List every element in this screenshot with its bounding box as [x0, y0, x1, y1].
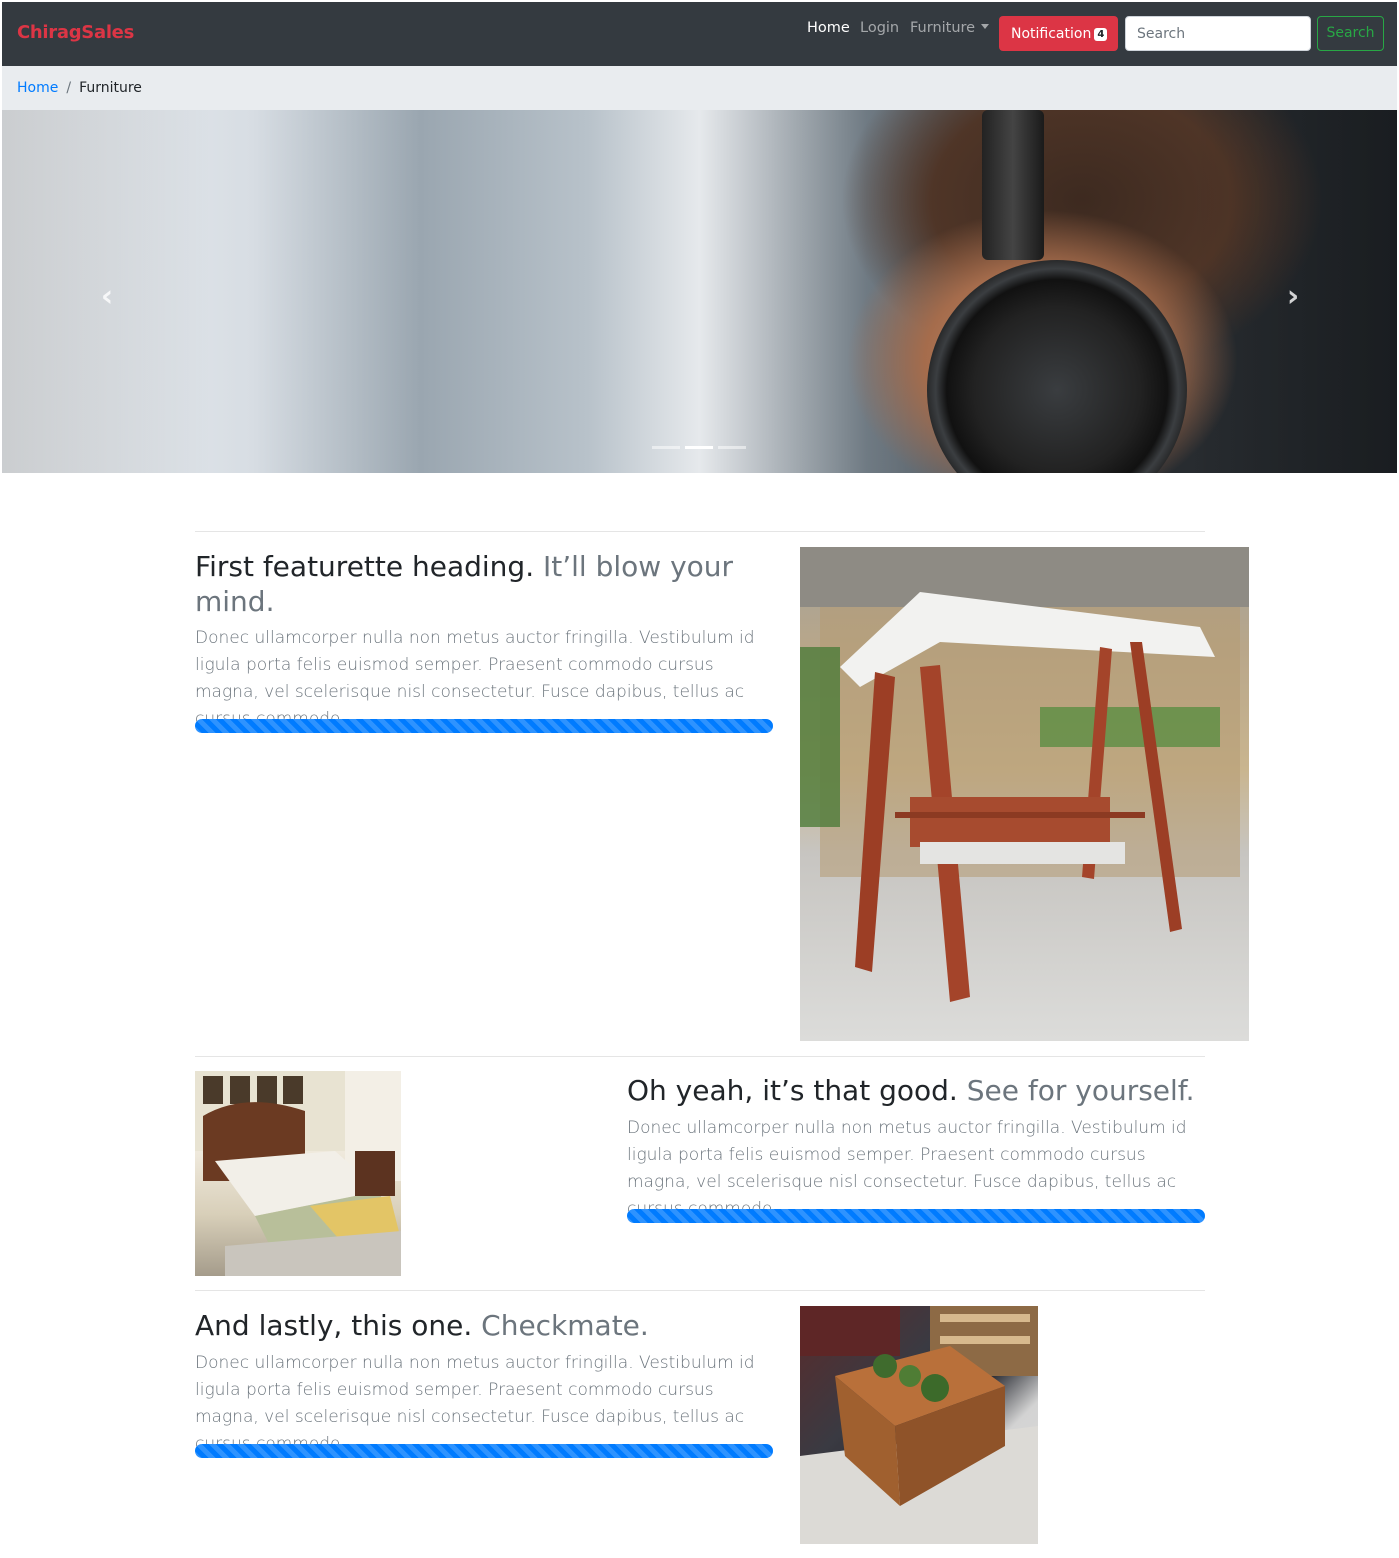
notification-count-badge: 4	[1094, 28, 1108, 41]
progress-fill	[627, 1209, 1205, 1223]
notification-button[interactable]: Notification 4	[999, 16, 1118, 51]
breadcrumb-home-link[interactable]: Home	[17, 80, 58, 96]
featurette-lead: Donec ullamcorper nulla non metus auctor…	[195, 628, 755, 729]
featurette-heading-muted: Checkmate.	[481, 1309, 649, 1342]
featurette-heading: And lastly, this one. Checkmate.	[195, 1308, 795, 1343]
featurette-divider	[195, 1056, 1205, 1057]
featurette-lead: Donec ullamcorper nulla non metus auctor…	[195, 1353, 755, 1454]
search-input[interactable]	[1125, 16, 1311, 51]
featurette-divider	[195, 1290, 1205, 1291]
notification-label: Notification	[1011, 26, 1092, 42]
featurette-heading-main: Oh yeah, it’s that good.	[627, 1074, 958, 1107]
chevron-left-icon[interactable]: ‹	[92, 282, 122, 312]
breadcrumb-current: Furniture	[79, 80, 142, 96]
carousel-indicators	[652, 446, 747, 449]
nav-furniture-label: Furniture	[910, 20, 976, 36]
progress-fill	[195, 719, 773, 733]
hero-carousel: ‹ ›	[2, 110, 1397, 473]
bed-illustration	[195, 1071, 401, 1276]
pallet-table-illustration	[800, 1306, 1038, 1544]
featurette-divider	[195, 531, 1205, 532]
breadcrumb: Home / Furniture	[2, 66, 1397, 110]
navbar: ChiragSales Home Login Furniture Notific…	[2, 2, 1397, 66]
featurette-progress-bar	[195, 719, 773, 733]
featurette-progress-bar	[627, 1209, 1205, 1223]
featurette-heading: Oh yeah, it’s that good. See for yoursel…	[627, 1073, 1227, 1108]
pallet-table-image	[800, 1306, 1038, 1544]
bedroom-image	[195, 1071, 401, 1276]
featurette-heading-main: First featurette heading.	[195, 550, 535, 583]
featurette-heading-main: And lastly, this one.	[195, 1309, 473, 1342]
carousel-indicator[interactable]	[652, 446, 680, 449]
hero-image	[2, 110, 1397, 473]
chevron-right-icon[interactable]: ›	[1278, 282, 1308, 312]
featurette-heading-muted: See for yourself.	[966, 1074, 1195, 1107]
featurette-heading: First featurette heading. It’ll blow you…	[195, 549, 755, 619]
progress-fill	[195, 1444, 773, 1458]
breadcrumb-separator: /	[66, 80, 72, 96]
brand-logo[interactable]: ChiragSales	[17, 22, 134, 43]
nav-home-link[interactable]: Home	[807, 20, 850, 36]
featurette-progress-bar	[195, 1444, 773, 1458]
porch-swing-image	[800, 547, 1249, 1041]
porch-swing-illustration	[800, 547, 1249, 1002]
carousel-indicator-active[interactable]	[685, 446, 713, 449]
carousel-indicator[interactable]	[718, 446, 746, 449]
caret-down-icon	[981, 24, 990, 29]
nav-furniture-dropdown[interactable]: Furniture	[910, 20, 990, 36]
search-button[interactable]: Search	[1317, 16, 1384, 51]
nav-login-link[interactable]: Login	[860, 20, 899, 36]
featurette-lead: Donec ullamcorper nulla non metus auctor…	[627, 1118, 1187, 1219]
